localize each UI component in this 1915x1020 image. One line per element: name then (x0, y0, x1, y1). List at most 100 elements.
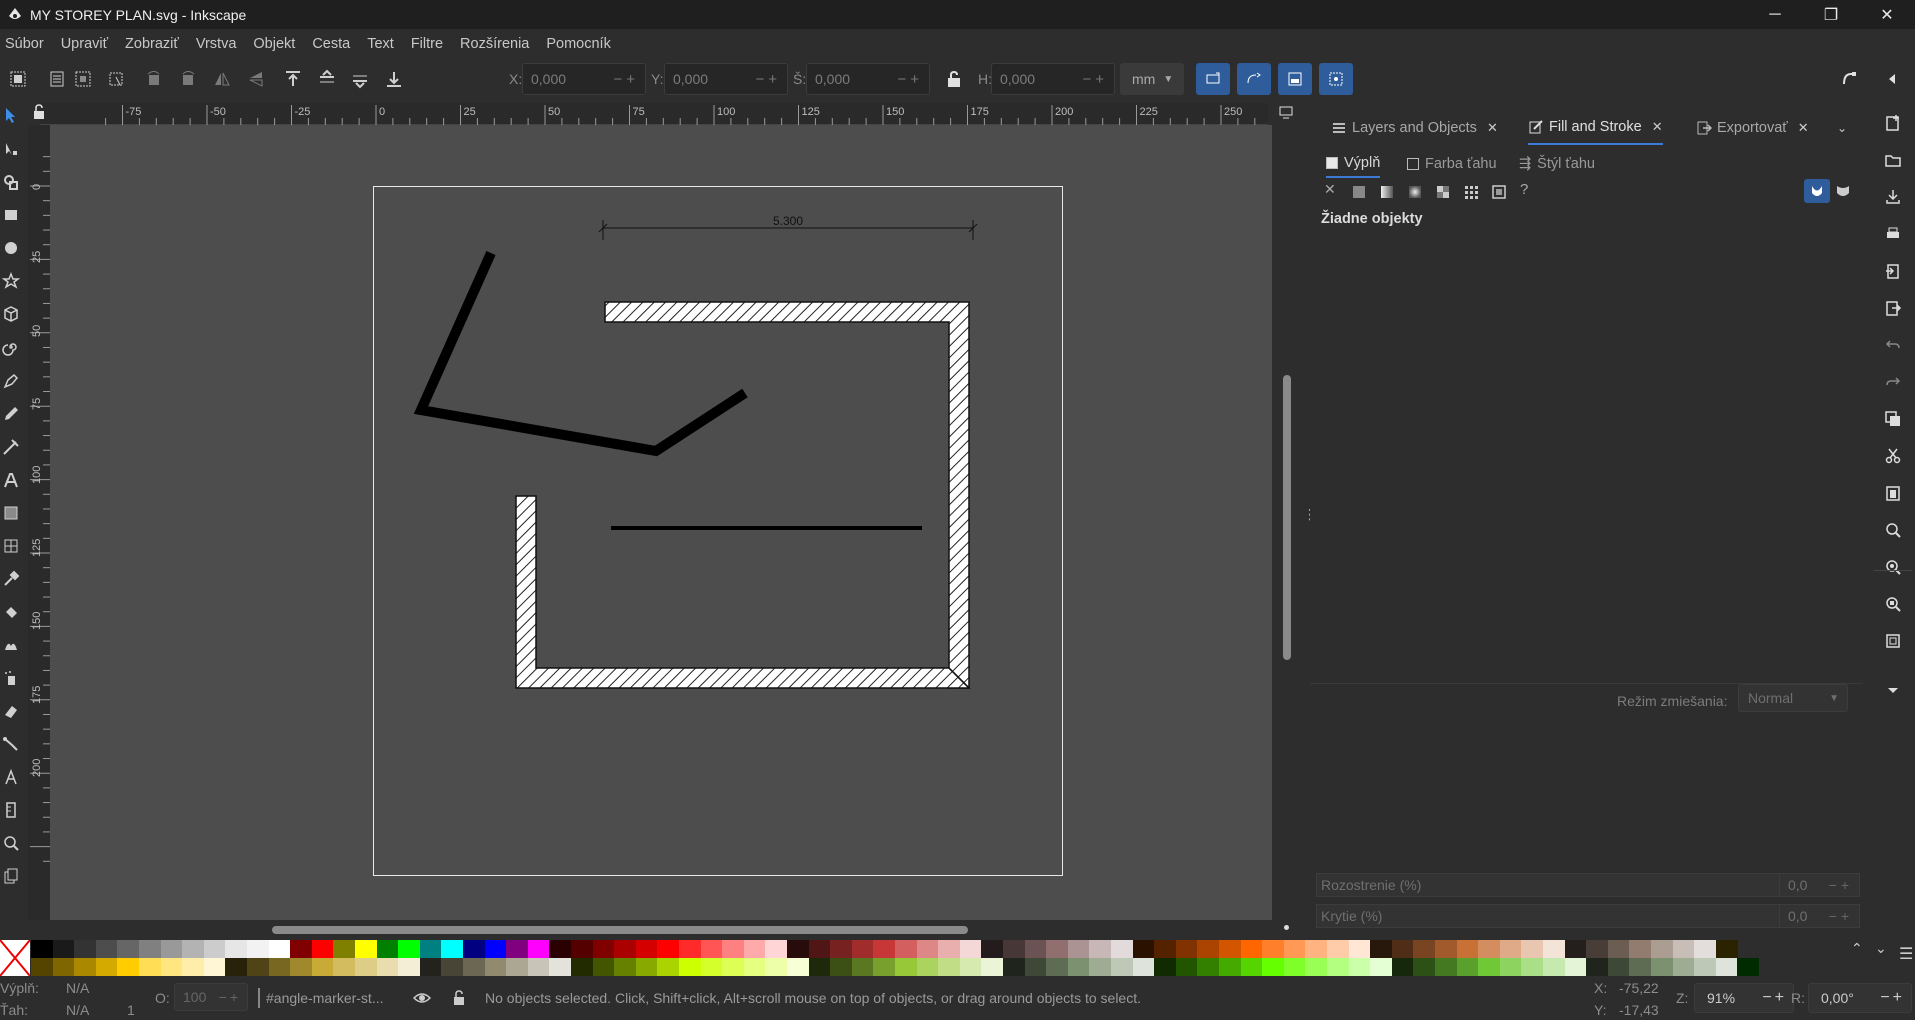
vertical-scrollbar[interactable] (1283, 375, 1291, 660)
color-swatch[interactable] (679, 940, 701, 958)
rotate-ccw-icon[interactable] (144, 69, 164, 89)
color-swatch[interactable] (1629, 958, 1652, 976)
color-swatch[interactable] (1672, 958, 1695, 976)
color-swatch[interactable] (1543, 940, 1565, 958)
color-swatch[interactable] (700, 940, 723, 958)
color-swatch[interactable] (1219, 958, 1241, 976)
color-swatch[interactable] (1651, 940, 1673, 958)
select-all-icon[interactable] (8, 69, 28, 89)
color-swatch[interactable] (376, 958, 399, 976)
zoom-input[interactable]: 91% −+ (1694, 983, 1794, 1013)
color-swatch[interactable] (117, 940, 140, 958)
color-swatch[interactable] (1154, 940, 1177, 958)
color-swatch[interactable] (1046, 940, 1069, 958)
color-swatch[interactable] (290, 940, 313, 958)
color-swatch[interactable] (31, 940, 53, 958)
new-document-icon[interactable] (1884, 114, 1902, 132)
paste-icon[interactable] (1884, 484, 1902, 502)
color-swatch[interactable] (268, 958, 291, 976)
hatched-wall-top-right[interactable] (604, 301, 970, 689)
color-swatch[interactable] (1499, 940, 1522, 958)
export-doc-icon[interactable] (1884, 299, 1902, 317)
color-swatch[interactable] (1305, 958, 1328, 976)
zoom-tool-icon[interactable] (2, 834, 20, 852)
redo-icon[interactable] (1884, 373, 1902, 391)
flip-horizontal-icon[interactable] (212, 69, 232, 89)
color-swatch[interactable] (117, 958, 140, 976)
color-swatch[interactable] (787, 958, 809, 976)
color-swatch[interactable] (441, 958, 464, 976)
linear-gradient-icon[interactable] (1378, 183, 1396, 201)
zoom-page-width-icon[interactable] (1884, 632, 1902, 650)
minimize-icon[interactable]: ─ (1747, 0, 1803, 29)
color-swatch[interactable] (895, 958, 917, 976)
color-swatch[interactable] (808, 940, 831, 958)
color-swatch[interactable] (614, 940, 637, 958)
color-swatch[interactable] (916, 940, 939, 958)
lock-icon[interactable] (944, 69, 964, 89)
color-swatch[interactable] (484, 940, 507, 958)
menu-path[interactable]: Cesta (312, 36, 350, 52)
cut-icon[interactable] (1884, 447, 1902, 465)
star-tool-icon[interactable] (2, 272, 20, 290)
color-swatch[interactable] (635, 958, 658, 976)
rectangle-tool-icon[interactable] (2, 206, 20, 224)
color-swatch[interactable] (376, 940, 399, 958)
color-swatch[interactable] (95, 940, 118, 958)
open-file-icon[interactable] (1884, 151, 1902, 169)
color-swatch[interactable] (1089, 958, 1112, 976)
color-swatch[interactable] (1262, 940, 1285, 958)
color-swatch[interactable] (549, 958, 572, 976)
color-swatch[interactable] (700, 958, 723, 976)
color-swatch[interactable] (1586, 958, 1609, 976)
color-swatch[interactable] (1499, 958, 1522, 976)
print-icon[interactable] (1884, 225, 1902, 243)
color-swatch[interactable] (139, 940, 161, 958)
blend-mode-select[interactable]: Normal ▼ (1738, 684, 1848, 712)
color-swatch[interactable] (527, 958, 550, 976)
color-swatch[interactable] (722, 940, 745, 958)
menu-object[interactable]: Objekt (253, 36, 295, 52)
color-swatch[interactable] (743, 958, 766, 976)
no-color-swatch-icon[interactable] (0, 940, 30, 976)
current-layer-name[interactable]: #angle-marker-st... (266, 990, 383, 1006)
color-swatch[interactable] (1175, 940, 1198, 958)
snap-menu-arrow-icon[interactable] (1882, 69, 1902, 89)
color-swatch[interactable] (52, 940, 75, 958)
color-swatch[interactable] (959, 958, 982, 976)
pages-tool-icon[interactable] (2, 867, 20, 885)
color-swatch[interactable] (657, 958, 680, 976)
color-swatch[interactable] (484, 958, 507, 976)
color-swatch[interactable] (1607, 958, 1630, 976)
scale-stroke-button[interactable] (1196, 63, 1230, 95)
mesh-gradient-icon[interactable] (1434, 183, 1452, 201)
color-swatch[interactable] (1478, 940, 1501, 958)
tabs-overflow-chevron-icon[interactable]: ⌄ (1837, 121, 1847, 135)
color-swatch[interactable] (1672, 940, 1695, 958)
color-swatch[interactable] (1715, 940, 1738, 958)
color-swatch[interactable] (571, 940, 593, 958)
color-swatch[interactable] (506, 940, 529, 958)
color-swatch[interactable] (722, 958, 745, 976)
vertical-ruler[interactable] (28, 125, 50, 920)
palette-menu-icon[interactable]: ☰ (1899, 944, 1913, 964)
unit-select[interactable]: mm ▼ (1120, 63, 1184, 95)
color-swatch[interactable] (959, 940, 982, 958)
transform-patterns-button[interactable] (1319, 63, 1353, 95)
connector-tool-icon[interactable] (2, 735, 20, 753)
color-swatch[interactable] (355, 940, 377, 958)
gradient-tool-icon[interactable] (2, 504, 20, 522)
color-swatch[interactable] (31, 958, 53, 976)
save-icon[interactable] (1884, 188, 1902, 206)
color-swatch[interactable] (160, 958, 183, 976)
hatched-wall-left-bottom[interactable] (515, 495, 971, 689)
fill-rule-nonzero-icon[interactable] (1834, 182, 1852, 200)
text-tool-icon[interactable] (2, 471, 20, 489)
color-swatch[interactable] (1197, 958, 1220, 976)
color-swatch[interactable] (1651, 958, 1673, 976)
palette-scroll-up-icon[interactable]: ⌃ (1851, 940, 1863, 957)
color-swatch[interactable] (592, 940, 615, 958)
color-swatch[interactable] (679, 958, 701, 976)
color-swatch[interactable] (765, 940, 788, 958)
color-swatch[interactable] (355, 958, 377, 976)
